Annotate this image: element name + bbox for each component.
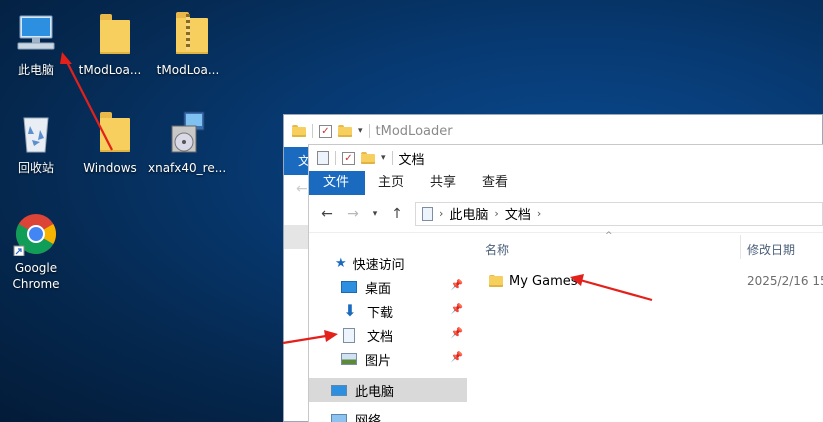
desktop-icon-google-chrome[interactable]: Google Chrome xyxy=(0,210,74,292)
folder-icon xyxy=(86,12,134,58)
ribbon-tab-home[interactable]: 主页 xyxy=(365,171,417,195)
titlebar: ✓ ▾ tModLoader xyxy=(284,115,822,147)
file-row[interactable]: My Games 2025/2/16 15 xyxy=(489,271,823,291)
customize-quick-access-icon[interactable]: ▾ xyxy=(381,153,386,163)
nav-pane-fragment xyxy=(284,225,310,249)
file-list: ^ 名称 修改日期 My Games 2025/2/16 15 xyxy=(475,231,823,422)
nav-item-label: 图片 xyxy=(365,353,392,369)
recent-locations-button[interactable]: ▾ xyxy=(371,209,379,219)
explorer-window-documents[interactable]: ✓ ▾ 文档 文件 主页 共享 查看 ← → ▾ ↑ › 此电脑 › 文档 › … xyxy=(308,144,823,422)
properties-icon[interactable]: ✓ xyxy=(319,124,332,138)
chevron-right-icon[interactable]: › xyxy=(439,207,443,220)
desktop-icon-label: tModLoa... xyxy=(156,63,220,77)
nav-item-pictures[interactable]: 图片 📌 xyxy=(309,347,467,371)
folder-icon xyxy=(489,274,503,288)
installer-icon xyxy=(162,110,210,156)
customize-quick-access-icon[interactable]: ▾ xyxy=(358,126,363,136)
nav-item-label: 此电脑 xyxy=(355,384,395,400)
nav-item-label: 下载 xyxy=(367,305,394,321)
nav-item-this-pc[interactable]: 此电脑 xyxy=(309,378,467,402)
file-name: My Games xyxy=(509,273,578,289)
forward-button[interactable]: → xyxy=(345,206,361,222)
desktop-icon-xnafx40[interactable]: xnafx40_re... xyxy=(148,110,227,176)
properties-icon[interactable] xyxy=(317,151,329,165)
chevron-right-icon[interactable]: › xyxy=(537,207,541,220)
nav-item-label: 网络 xyxy=(355,413,382,422)
pin-icon[interactable]: 📌 xyxy=(451,280,463,291)
zip-folder-icon xyxy=(164,12,212,58)
nav-item-network[interactable]: 网络 xyxy=(309,407,467,422)
desktop-icon-tmodloader-zip[interactable]: tModLoa... xyxy=(150,12,226,78)
nav-item-desktop[interactable]: 桌面 📌 xyxy=(309,275,467,299)
ribbon-tab-view[interactable]: 查看 xyxy=(469,171,521,195)
column-header-modified[interactable]: 修改日期 xyxy=(747,241,795,258)
desktop-icon-label: 此电脑 xyxy=(17,63,54,77)
documents-icon xyxy=(343,327,355,343)
pin-icon[interactable]: 📌 xyxy=(451,352,463,363)
breadcrumb-this-pc[interactable]: 此电脑 xyxy=(449,204,488,223)
navigation-bar: ← → ▾ ↑ › 此电脑 › 文档 › xyxy=(309,195,823,233)
pin-icon[interactable]: 📌 xyxy=(451,328,463,339)
chrome-icon xyxy=(12,210,60,257)
pin-icon[interactable]: 📌 xyxy=(451,304,463,315)
window-title: tModLoader xyxy=(375,123,453,139)
desktop-icon-tmodloader-folder[interactable]: tModLoa... xyxy=(72,12,148,78)
desktop-icon-label: tModLoa... xyxy=(78,63,142,77)
sort-ascending-icon: ^ xyxy=(605,231,613,241)
ribbon-tab-file[interactable]: 文件 xyxy=(309,171,365,195)
download-icon: ⬇ xyxy=(343,301,357,320)
chevron-right-icon[interactable]: › xyxy=(494,207,498,220)
address-bar[interactable]: › 此电脑 › 文档 › xyxy=(415,201,823,226)
computer-icon xyxy=(12,12,60,58)
nav-item-downloads[interactable]: ⬇ 下载 📌 xyxy=(309,299,467,323)
back-button[interactable]: ← xyxy=(319,206,335,222)
titlebar: ✓ ▾ 文档 xyxy=(309,145,823,171)
back-arrow-icon: ← xyxy=(296,181,308,197)
desktop-icon xyxy=(341,281,357,293)
nav-item-label: 文档 xyxy=(367,329,394,345)
window-title: 文档 xyxy=(398,152,425,168)
pictures-icon xyxy=(341,353,357,365)
desktop-icon-label: Google Chrome xyxy=(12,261,60,291)
desktop-icon-recycle-bin[interactable]: 回收站 xyxy=(0,110,74,176)
recycle-bin-icon xyxy=(12,110,60,156)
desktop-icon-label: Windows xyxy=(83,161,137,175)
nav-item-quick-access[interactable]: ★ 快速访问 xyxy=(309,251,467,275)
folder-icon xyxy=(292,125,306,137)
desktop-icon-label: xnafx40_re... xyxy=(148,161,227,175)
computer-icon xyxy=(331,384,347,396)
ribbon-tabs: 文件 主页 共享 查看 xyxy=(309,171,823,195)
new-folder-icon[interactable] xyxy=(338,125,352,137)
column-header-name[interactable]: 名称 xyxy=(485,241,509,258)
breadcrumb-documents[interactable]: 文档 xyxy=(505,204,531,223)
desktop-icon-this-pc[interactable]: 此电脑 xyxy=(0,12,74,78)
nav-item-documents[interactable]: 文档 📌 xyxy=(309,323,467,347)
desktop-icon-label: 回收站 xyxy=(17,161,54,175)
documents-icon xyxy=(422,206,433,221)
folder-icon xyxy=(86,110,134,156)
desktop-icon-windows-folder[interactable]: Windows xyxy=(72,110,148,176)
ribbon-tab-share[interactable]: 共享 xyxy=(417,171,469,195)
up-button[interactable]: ↑ xyxy=(389,206,405,222)
navigation-pane: ★ 快速访问 桌面 📌 ⬇ 下载 📌 文档 📌 图片 📌 此电脑 网络 xyxy=(309,235,467,422)
nav-item-label: 桌面 xyxy=(365,281,392,297)
file-modified-date: 2025/2/16 15 xyxy=(747,274,823,288)
new-folder-icon[interactable] xyxy=(361,152,375,164)
star-icon: ★ xyxy=(335,255,347,271)
network-icon xyxy=(331,413,347,422)
nav-item-label: 快速访问 xyxy=(352,257,405,273)
column-divider[interactable] xyxy=(740,235,741,259)
checkmark-icon[interactable]: ✓ xyxy=(342,151,355,165)
